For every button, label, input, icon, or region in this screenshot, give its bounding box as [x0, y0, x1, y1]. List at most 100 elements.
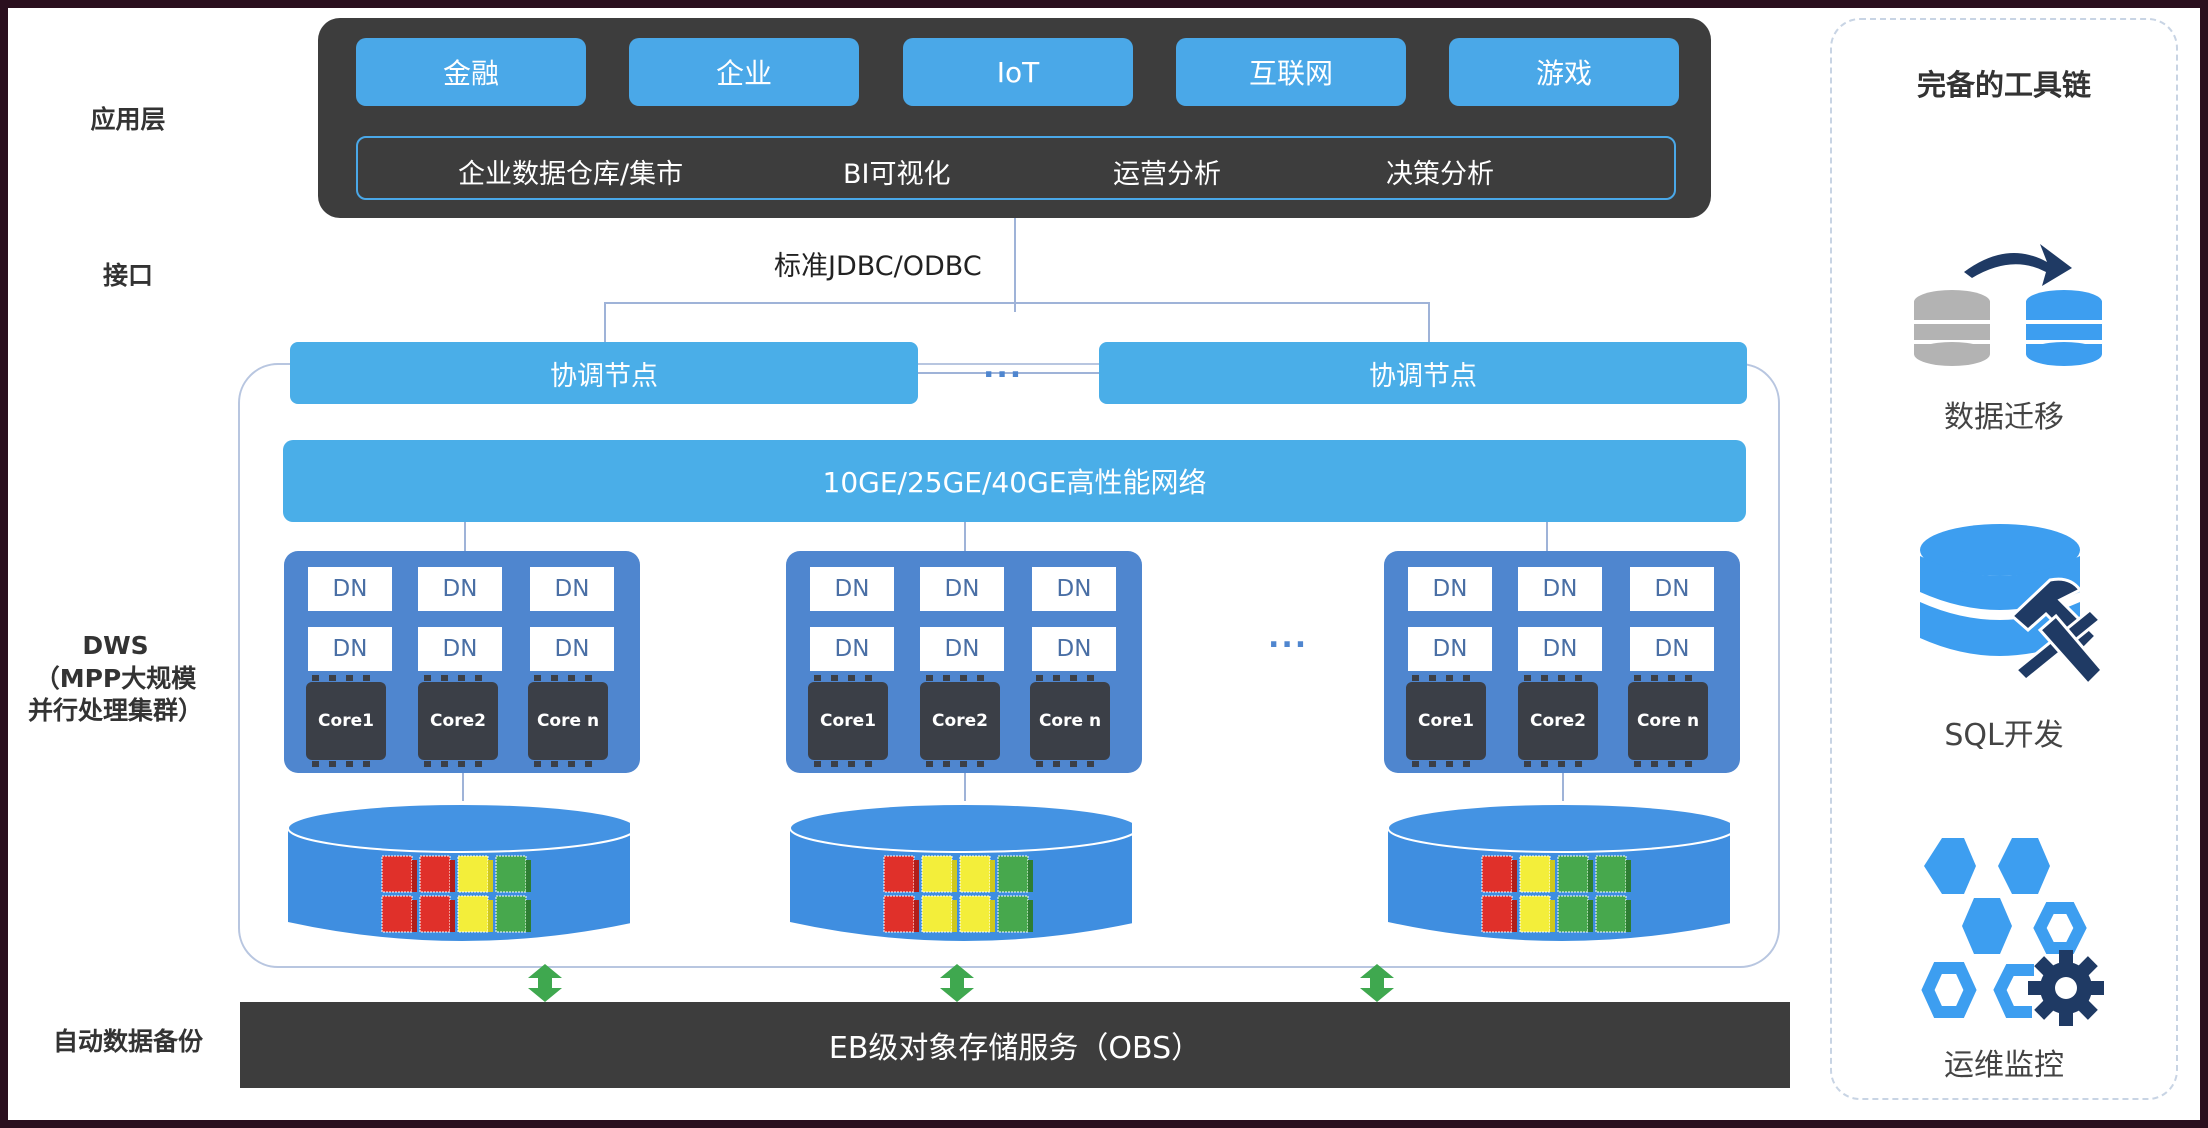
industry-internet[interactable]: 互联网 — [1176, 38, 1406, 106]
cpu-core: Core n — [1628, 675, 1708, 767]
storage-block-green — [1557, 895, 1593, 933]
toolchain-panel: 完备的工具链 数据迁移 SQL开发 运维监控 — [1830, 18, 2178, 1100]
layer-label-interface: 接口 — [102, 261, 153, 290]
connector-left — [604, 302, 606, 344]
dn-instance[interactable]: DN — [920, 627, 1004, 671]
dn-instance[interactable]: DN — [1518, 567, 1602, 611]
dws-title: DWS — [82, 631, 149, 660]
storage-block-yellow — [921, 895, 957, 933]
node-storage-link — [462, 773, 464, 801]
node-storage-link — [1562, 773, 1564, 801]
cpu-core: Core2 — [920, 675, 1000, 767]
industry-iot[interactable]: IoT — [903, 38, 1133, 106]
dn-instance[interactable]: DN — [530, 567, 614, 611]
storage-block-yellow — [457, 895, 493, 933]
layer-label-backup: 自动数据备份 — [52, 1027, 203, 1056]
dn-instance[interactable]: DN — [1630, 627, 1714, 671]
data-node-server: DN DN DN DN DN DN Core1 Core2 Core n — [786, 551, 1142, 773]
node-storage-link — [964, 773, 966, 801]
cpu-core: Core2 — [418, 675, 498, 767]
data-node-server: DN DN DN DN DN DN Core1 Core2 Core n — [284, 551, 640, 773]
industry-enterprise[interactable]: 企业 — [629, 38, 859, 106]
cpu-core: Core1 — [306, 675, 386, 767]
dn-instance[interactable]: DN — [308, 627, 392, 671]
storage-block-green — [495, 855, 531, 893]
coordinator-ellipsis: ... — [983, 350, 1024, 385]
storage-block-yellow — [1519, 855, 1555, 893]
connector-right — [1428, 302, 1430, 344]
application-layer-panel: 金融 企业 IoT 互联网 游戏 企业数据仓库/集市 BI可视化 运营分析 决策… — [318, 18, 1711, 218]
dws-subtitle-2: 并行处理集群） — [27, 696, 203, 725]
dn-instance[interactable]: DN — [1032, 567, 1116, 611]
storage-block-yellow — [921, 855, 957, 893]
scenario-data-warehouse: 企业数据仓库/集市 — [458, 159, 684, 190]
backup-sync-arrow-icon — [940, 964, 974, 1002]
dn-instance[interactable]: DN — [1032, 627, 1116, 671]
dn-instance[interactable]: DN — [1518, 627, 1602, 671]
data-node-ellipsis: ... — [1268, 620, 1309, 655]
storage-block-yellow — [959, 855, 995, 893]
cpu-core: Core n — [528, 675, 608, 767]
data-node-server: DN DN DN DN DN DN Core1 Core2 Core n — [1384, 551, 1740, 773]
storage-block-green — [1595, 855, 1631, 893]
coordinator-node-2[interactable]: 协调节点 — [1099, 342, 1747, 404]
dn-instance[interactable]: DN — [920, 567, 1004, 611]
dn-instance[interactable]: DN — [1408, 567, 1492, 611]
storage-block-yellow — [457, 855, 493, 893]
tool-label-ops[interactable]: 运维监控 — [1832, 1040, 2176, 1084]
net-link-2 — [964, 522, 966, 552]
scenario-decision: 决策分析 — [1386, 159, 1494, 190]
toolchain-title: 完备的工具链 — [1916, 68, 2091, 102]
storage-block-green — [997, 855, 1033, 893]
ops-monitoring-icon — [1921, 838, 2104, 1026]
storage-block-green — [1595, 895, 1631, 933]
scenario-operations: 运营分析 — [1113, 159, 1221, 190]
dn-instance[interactable]: DN — [418, 627, 502, 671]
storage-disk — [287, 803, 630, 941]
interface-connector-horizontal — [604, 302, 1430, 304]
scenario-bi: BI可视化 — [843, 159, 951, 190]
storage-disk — [1387, 803, 1730, 941]
cpu-core: Core1 — [808, 675, 888, 767]
storage-block-green — [495, 895, 531, 933]
tool-label-migration[interactable]: 数据迁移 — [1832, 392, 2176, 436]
cpu-core: Core2 — [1518, 675, 1598, 767]
interface-label: 标准JDBC/ODBC — [774, 251, 982, 282]
dn-instance[interactable]: DN — [1408, 627, 1492, 671]
storage-block-red — [883, 855, 919, 893]
dn-instance[interactable]: DN — [1630, 567, 1714, 611]
storage-block-yellow — [1519, 895, 1555, 933]
backup-sync-arrow-icon — [1360, 964, 1394, 1002]
storage-block-red — [419, 895, 455, 933]
coordinator-node-1[interactable]: 协调节点 — [290, 342, 918, 404]
obs-storage-bar: EB级对象存储服务（OBS） — [240, 1002, 1790, 1088]
data-migration-icon — [1914, 244, 2102, 366]
storage-block-red — [883, 895, 919, 933]
industry-finance[interactable]: 金融 — [356, 38, 586, 106]
architecture-diagram: 应用层 接口 DWS （MPP大规模 并行处理集群） 自动数据备份 金融 企业 … — [8, 8, 2200, 1120]
dn-instance[interactable]: DN — [530, 627, 614, 671]
storage-block-green — [1557, 855, 1593, 893]
storage-block-red — [1481, 895, 1517, 933]
cpu-core: Core1 — [1406, 675, 1486, 767]
storage-block-red — [419, 855, 455, 893]
storage-block-red — [1481, 855, 1517, 893]
dn-instance[interactable]: DN — [418, 567, 502, 611]
layer-label-application: 应用层 — [90, 105, 166, 134]
storage-block-green — [997, 895, 1033, 933]
net-link-3 — [1546, 522, 1548, 552]
net-link-1 — [464, 522, 466, 552]
backup-sync-arrow-icon — [528, 964, 562, 1002]
storage-block-red — [381, 895, 417, 933]
layer-label-dws: DWS （MPP大规模 并行处理集群） — [8, 630, 223, 728]
storage-disk — [789, 803, 1132, 941]
tool-label-sql[interactable]: SQL开发 — [1832, 710, 2176, 754]
dn-instance[interactable]: DN — [308, 567, 392, 611]
dn-instance[interactable]: DN — [810, 627, 894, 671]
dws-subtitle-1: （MPP大规模 — [34, 663, 197, 693]
scenario-bar: 企业数据仓库/集市 BI可视化 运营分析 决策分析 — [356, 136, 1676, 200]
dn-instance[interactable]: DN — [810, 567, 894, 611]
storage-block-red — [381, 855, 417, 893]
storage-block-yellow — [959, 895, 995, 933]
industry-gaming[interactable]: 游戏 — [1449, 38, 1679, 106]
